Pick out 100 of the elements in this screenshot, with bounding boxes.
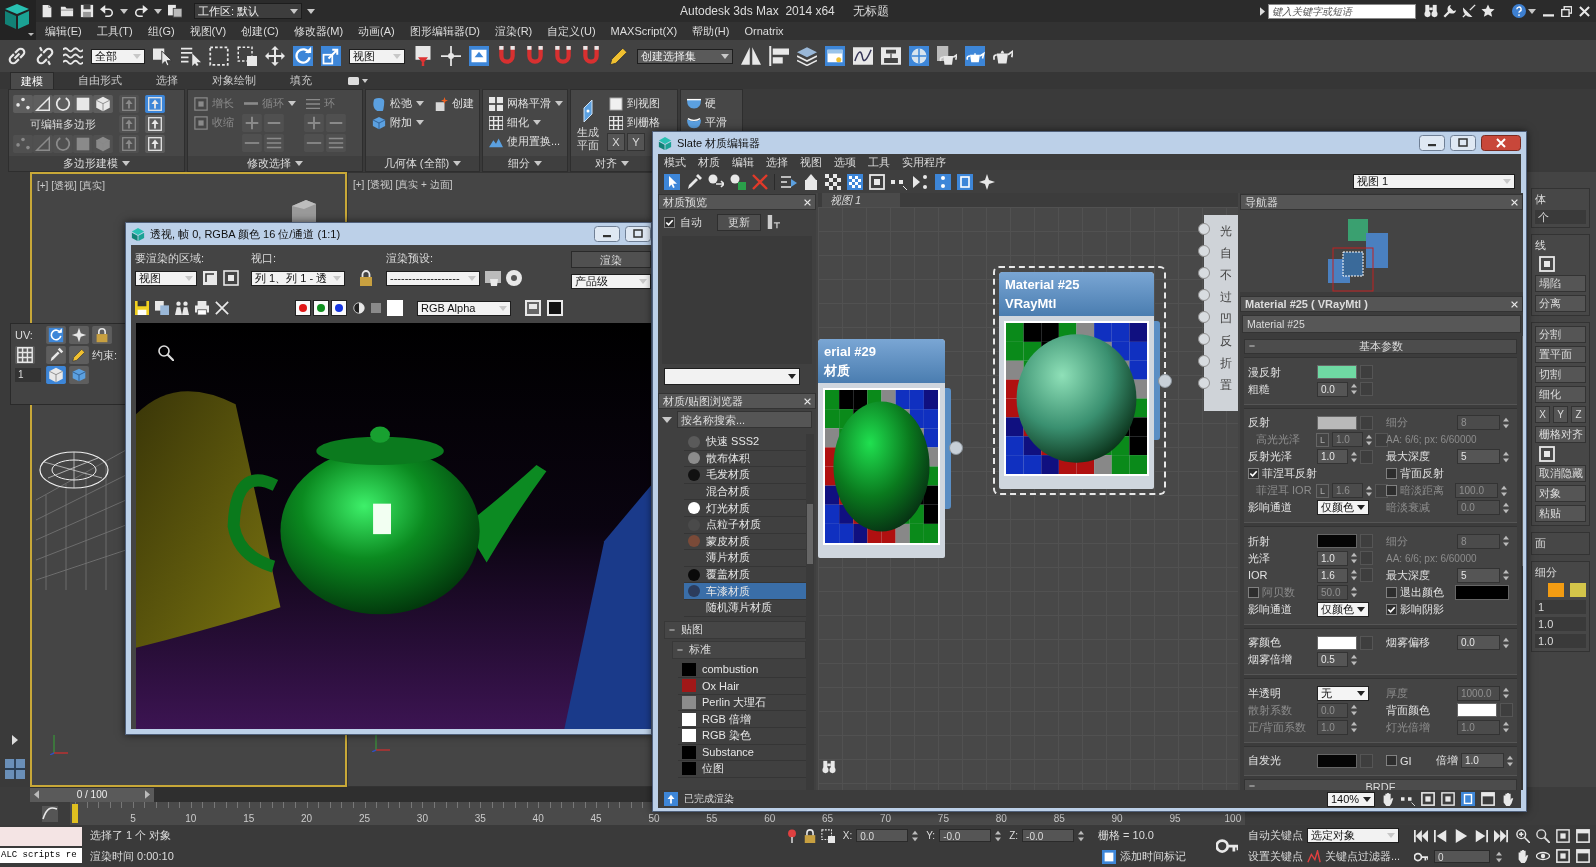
input-socket-icon[interactable]: [1198, 333, 1210, 345]
redo-icon[interactable]: [134, 4, 148, 18]
menu-item[interactable]: 修改器(M): [293, 23, 344, 39]
panel-title-button[interactable]: 修改选择: [188, 156, 362, 171]
coordinate-system-dropdown[interactable]: 视图: [349, 48, 405, 64]
dots-icon[interactable]: [13, 95, 33, 113]
square-icon[interactable]: [1539, 256, 1555, 272]
half-circle-icon[interactable]: [353, 302, 365, 314]
color-swatch[interactable]: [1548, 583, 1564, 597]
channel-toggle-button[interactable]: [313, 300, 329, 316]
selection-set-dropdown[interactable]: 创建选择集: [637, 48, 733, 64]
magnet-icon[interactable]: [581, 46, 601, 66]
menu-item[interactable]: 自定义(U): [547, 23, 596, 39]
command-button[interactable]: 对象: [1535, 485, 1586, 502]
rounded-rect-caret-icon[interactable]: [348, 76, 368, 85]
sphere-arrow-icon[interactable]: [708, 173, 724, 190]
stacked-pages-icon[interactable]: [168, 4, 182, 18]
go-end-icon[interactable]: [1494, 828, 1508, 843]
square-icon[interactable]: [73, 95, 93, 113]
lock-icon[interactable]: [358, 270, 374, 286]
map-list-item[interactable]: Perlin 大理石: [678, 694, 806, 712]
view-dropdown[interactable]: 视图 1: [1353, 174, 1515, 189]
spinner-arrows-icon[interactable]: [1351, 450, 1357, 463]
list-pointer-icon[interactable]: [181, 46, 201, 66]
workspace-dropdown[interactable]: 工作区: 默认: [194, 3, 302, 19]
spinner-arrows-icon[interactable]: [1503, 416, 1509, 429]
dots-tile-icon[interactable]: [935, 173, 951, 190]
menu-item[interactable]: 编辑: [732, 154, 754, 170]
tree-diagram-icon[interactable]: [881, 46, 901, 66]
ribbon-button[interactable]: 生成平面: [575, 95, 601, 152]
map-list-item[interactable]: combustion: [678, 661, 806, 679]
box-tile-icon[interactable]: [1461, 792, 1475, 806]
spinner-arrows-icon[interactable]: [1503, 636, 1509, 649]
axis-button[interactable]: Y: [1553, 406, 1568, 423]
material-list-item[interactable]: 蒙皮材质: [684, 533, 806, 551]
menu-item[interactable]: 模式: [664, 154, 686, 170]
folder-icon[interactable]: [60, 4, 74, 18]
dropdown[interactable]: 仅颜色: [1317, 601, 1369, 617]
menu-item[interactable]: 编辑(E): [45, 23, 82, 39]
material-list-item[interactable]: 车漆材质: [684, 583, 806, 600]
ribbon-button[interactable]: 到视图: [607, 95, 662, 112]
crossing-square-icon[interactable]: [820, 828, 835, 843]
render-button[interactable]: 渲染: [571, 251, 651, 268]
script-output-field[interactable]: ALC scripts re: [0, 848, 82, 863]
panel-title-button[interactable]: 多边形建模: [9, 156, 184, 171]
play-icon[interactable]: [1454, 828, 1468, 843]
command-button[interactable]: 栅格对齐: [1535, 426, 1586, 443]
move-icon[interactable]: [265, 46, 285, 66]
ribbon-button[interactable]: 附加: [370, 114, 426, 131]
document-icon[interactable]: [40, 4, 54, 18]
panel-dark-icon[interactable]: [547, 300, 563, 316]
channel-toggle-button[interactable]: [295, 300, 311, 316]
material-list-item[interactable]: 快速 SSS2: [684, 434, 806, 451]
pencil-icon[interactable]: [609, 46, 629, 66]
prev-frame-icon[interactable]: [1434, 828, 1448, 843]
value-field[interactable]: 1.0: [1535, 617, 1586, 631]
menu-item[interactable]: 渲染(R): [495, 23, 533, 39]
arrow-dots-icon[interactable]: [913, 173, 929, 190]
lock-icon[interactable]: [802, 828, 817, 843]
spinner-arrows-icon[interactable]: [1503, 450, 1509, 463]
sphere-box-icon[interactable]: [730, 173, 746, 190]
rollout-header[interactable]: 基本参数: [1244, 339, 1517, 354]
frame-field[interactable]: 0: [1434, 850, 1490, 863]
chain-link-icon[interactable]: [7, 46, 27, 66]
color-swatch[interactable]: [1317, 365, 1357, 380]
curve-icon[interactable]: [42, 805, 58, 822]
ribbon-button[interactable]: 到栅格: [607, 114, 662, 131]
cube-icon[interactable]: [93, 95, 113, 113]
printer-icon[interactable]: [195, 301, 209, 315]
rotate-icon[interactable]: [293, 46, 313, 66]
triangle-down-icon[interactable]: [662, 416, 672, 423]
broken-chain-icon[interactable]: [35, 46, 55, 66]
rotate-icon[interactable]: [46, 326, 66, 344]
menu-item[interactable]: 视图: [800, 154, 822, 170]
axis-button[interactable]: X: [1535, 406, 1550, 423]
pipette-icon[interactable]: [686, 173, 702, 190]
menu-item[interactable]: 图形编辑器(D): [409, 23, 480, 39]
caret-icon[interactable]: [154, 8, 162, 14]
color-swatch[interactable]: [1455, 584, 1509, 600]
antenna-icon[interactable]: [1462, 4, 1476, 18]
pointer-tile-icon[interactable]: [664, 173, 680, 190]
minimize-icon[interactable]: [594, 226, 620, 242]
channel-display-dropdown[interactable]: RGB Alpha: [417, 300, 511, 316]
spinner-arrows-icon[interactable]: [1503, 687, 1509, 700]
color-swatch[interactable]: [1317, 415, 1357, 430]
bar-t-icon[interactable]: [766, 215, 780, 229]
spinner-arrows-icon[interactable]: [1078, 829, 1085, 842]
ribbon-tab[interactable]: 对象绘制: [202, 72, 266, 89]
loop-icon[interactable]: [53, 95, 73, 113]
lock-icon[interactable]: [92, 326, 112, 344]
align-icon[interactable]: [769, 46, 789, 66]
teapot-window-icon[interactable]: [485, 270, 501, 286]
axis-button[interactable]: Z: [1571, 406, 1586, 423]
update-button[interactable]: 更新: [717, 213, 761, 231]
checkbox[interactable]: [664, 216, 675, 228]
menu-item[interactable]: 选项: [834, 154, 856, 170]
value-field[interactable]: 个: [1535, 210, 1586, 224]
search-field[interactable]: 按名称搜索...: [677, 411, 812, 428]
spinner-field[interactable]: 5: [1457, 449, 1500, 465]
ribbon-tab[interactable]: 选择: [146, 72, 188, 89]
